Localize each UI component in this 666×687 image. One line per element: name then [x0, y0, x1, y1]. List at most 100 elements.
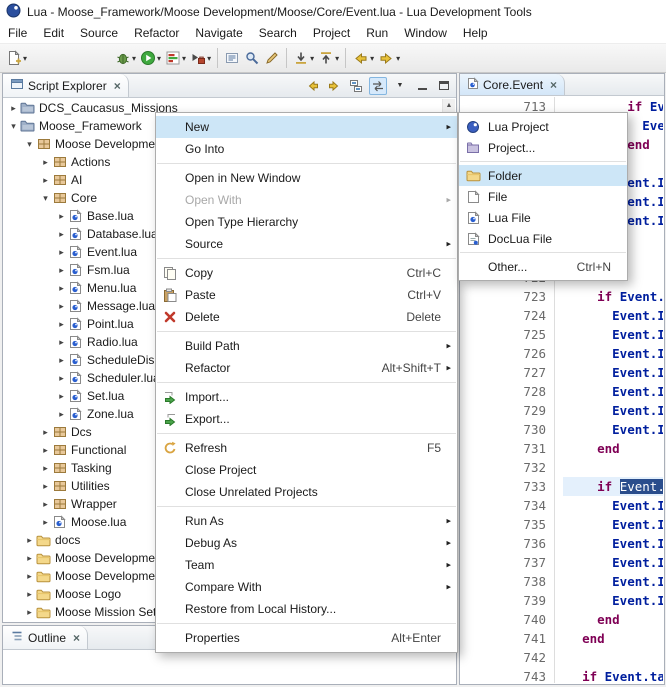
menu-source[interactable]: Source [72, 23, 126, 43]
code-line-723[interactable]: 723 if Event.IniDCSUnit then [461, 287, 663, 306]
code-line-736[interactable]: 736 Event.IniCategory = Event.IniGroup:G… [461, 534, 663, 553]
previous-annotation-button[interactable]: ▾ [316, 46, 341, 70]
menu-item-refresh[interactable]: RefreshF5 [156, 437, 457, 459]
menu-item-folder[interactable]: Folder [459, 165, 627, 186]
code-line-733[interactable]: 733 if Event.IniDCSGroup then [461, 477, 663, 496]
code-line-732[interactable]: 732 [461, 458, 663, 477]
chevron-right-icon[interactable]: ▸ [40, 445, 51, 456]
code-line-740[interactable]: 740 end [461, 610, 663, 629]
chevron-right-icon[interactable]: ▸ [24, 589, 35, 600]
chevron-right-icon[interactable]: ▸ [8, 103, 19, 114]
menu-item-close-project[interactable]: Close Project [156, 459, 457, 481]
chevron-right-icon[interactable]: ▸ [56, 211, 67, 222]
link-with-editor-icon[interactable] [369, 77, 387, 95]
chevron-right-icon[interactable]: ▸ [56, 283, 67, 294]
tab-script-explorer[interactable]: Script Explorer × [3, 74, 129, 97]
chevron-right-icon[interactable]: ▸ [56, 247, 67, 258]
menu-item-open-type-hierarchy[interactable]: Open Type Hierarchy [156, 211, 457, 233]
code-line-743[interactable]: 743 if Event.target then [461, 667, 663, 683]
chevron-down-icon[interactable]: ▾ [8, 121, 19, 132]
menu-help[interactable]: Help [455, 23, 496, 43]
menu-item-delete[interactable]: DeleteDelete [156, 306, 457, 328]
tab-outline[interactable]: Outline × [3, 626, 88, 649]
chevron-right-icon[interactable]: ▸ [56, 337, 67, 348]
chevron-right-icon[interactable]: ▸ [56, 409, 67, 420]
menu-item-new[interactable]: New▸ [156, 116, 457, 138]
code-line-728[interactable]: 728 Event.IniPlayerName = Event.IniUnit:… [461, 382, 663, 401]
chevron-right-icon[interactable]: ▸ [24, 571, 35, 582]
tab-core-event[interactable]: Core.Event × [460, 74, 565, 95]
chevron-right-icon[interactable]: ▸ [56, 319, 67, 330]
dropdown-caret-icon[interactable]: ▾ [207, 54, 211, 63]
code-line-738[interactable]: 738 Event.IniTypeName = Event.IniGroup:G… [461, 572, 663, 591]
menu-item-file[interactable]: File [459, 186, 627, 207]
forward-arrow-icon[interactable] [325, 77, 343, 95]
chevron-right-icon[interactable]: ▸ [40, 517, 51, 528]
code-line-730[interactable]: 730 Event.IniCategory = Event.IniUnit:Ge… [461, 420, 663, 439]
code-line-737[interactable]: 737 Event.IniCoalition = Event.IniGroup:… [461, 553, 663, 572]
code-line-724[interactable]: 724 Event.IniUnit = UNIT:Find( Event.Ini… [461, 306, 663, 325]
menu-item-source[interactable]: Source▸ [156, 233, 457, 255]
menu-navigate[interactable]: Navigate [187, 23, 250, 43]
chevron-right-icon[interactable]: ▸ [24, 607, 35, 618]
menu-item-close-unrelated-projects[interactable]: Close Unrelated Projects [156, 481, 457, 503]
chevron-right-icon[interactable]: ▸ [56, 355, 67, 366]
code-line-729[interactable]: 729 Event.IniCoalition = Event.IniUnit:G… [461, 401, 663, 420]
close-icon[interactable]: × [114, 79, 121, 93]
collapse-all-icon[interactable] [347, 77, 365, 95]
chevron-right-icon[interactable]: ▸ [24, 553, 35, 564]
maximize-icon[interactable] [435, 77, 453, 95]
dropdown-caret-icon[interactable]: ▾ [132, 54, 136, 63]
code-line-741[interactable]: 741 end [461, 629, 663, 648]
minimize-icon[interactable] [413, 77, 431, 95]
menu-item-paste[interactable]: PasteCtrl+V [156, 284, 457, 306]
menu-item-project[interactable]: Project... [459, 137, 627, 158]
chevron-right-icon[interactable]: ▸ [40, 175, 51, 186]
chevron-right-icon[interactable]: ▸ [56, 265, 67, 276]
dropdown-caret-icon[interactable]: ▾ [370, 54, 374, 63]
close-icon[interactable]: × [550, 78, 557, 92]
forward-button[interactable]: ▾ [376, 46, 402, 70]
dropdown-caret-icon[interactable]: ▾ [396, 54, 400, 63]
code-line-726[interactable]: 726 Event.IniGroup = Event.IniUnit:GetGr… [461, 344, 663, 363]
code-line-731[interactable]: 731 end [461, 439, 663, 458]
open-type-button[interactable] [222, 46, 242, 70]
menu-item-compare-with[interactable]: Compare With▸ [156, 576, 457, 598]
menu-item-import[interactable]: Import... [156, 386, 457, 408]
menu-item-restore-from-local-history[interactable]: Restore from Local History... [156, 598, 457, 620]
menu-project[interactable]: Project [305, 23, 358, 43]
chevron-down-icon[interactable]: ▾ [24, 139, 35, 150]
menu-item-debug-as[interactable]: Debug As▸ [156, 532, 457, 554]
new-wizard-button[interactable]: ▾ [4, 46, 29, 70]
back-button[interactable]: ▾ [350, 46, 376, 70]
menu-item-go-into[interactable]: Go Into [156, 138, 457, 160]
dropdown-caret-icon[interactable]: ▾ [157, 54, 161, 63]
menu-search[interactable]: Search [251, 23, 305, 43]
menu-item-build-path[interactable]: Build Path▸ [156, 335, 457, 357]
code-line-725[interactable]: 725 Event.IniUnitName = Event.IniUnit:Ge… [461, 325, 663, 344]
chevron-right-icon[interactable]: ▸ [56, 391, 67, 402]
run-button[interactable]: ▾ [138, 46, 163, 70]
menu-file[interactable]: File [0, 23, 35, 43]
dropdown-caret-icon[interactable]: ▾ [182, 54, 186, 63]
chevron-right-icon[interactable]: ▸ [40, 427, 51, 438]
debug-button[interactable]: ▾ [113, 46, 138, 70]
menu-item-run-as[interactable]: Run As▸ [156, 510, 457, 532]
menu-run[interactable]: Run [358, 23, 396, 43]
menu-item-other[interactable]: Other...Ctrl+N [459, 256, 627, 277]
last-edit-location-button[interactable] [262, 46, 282, 70]
chevron-right-icon[interactable]: ▸ [40, 463, 51, 474]
search-button[interactable] [242, 46, 262, 70]
chevron-right-icon[interactable]: ▸ [56, 301, 67, 312]
dropdown-caret-icon[interactable]: ▾ [310, 54, 314, 63]
menu-item-export[interactable]: Export... [156, 408, 457, 430]
menu-item-doclua-file[interactable]: DocLua File [459, 228, 627, 249]
close-icon[interactable]: × [73, 631, 80, 645]
menu-refactor[interactable]: Refactor [126, 23, 187, 43]
dropdown-caret-icon[interactable]: ▾ [335, 54, 339, 63]
menu-window[interactable]: Window [396, 23, 455, 43]
scroll-up-icon[interactable]: ▲ [443, 99, 455, 112]
chevron-right-icon[interactable]: ▸ [40, 481, 51, 492]
view-menu-icon[interactable]: ▼ [391, 77, 409, 95]
external-tools-button[interactable]: ▾ [188, 46, 213, 70]
